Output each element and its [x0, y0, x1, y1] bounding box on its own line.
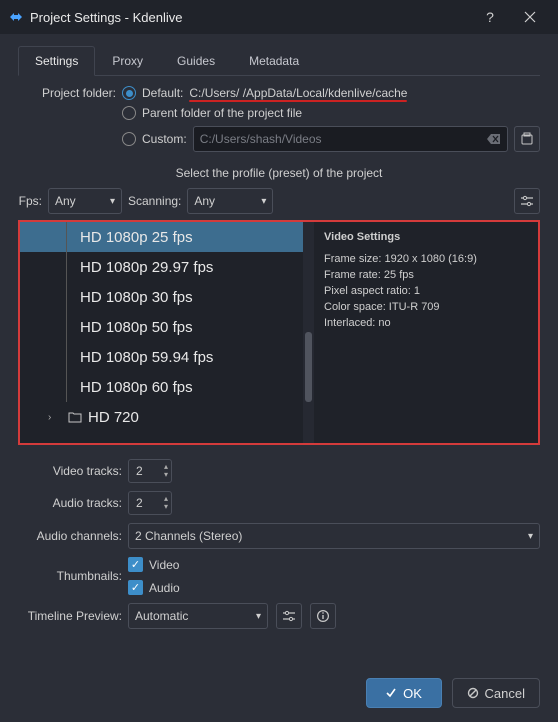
- pixel-aspect: Pixel aspect ratio: 1: [324, 284, 528, 300]
- profile-group-hd720[interactable]: › HD 720: [20, 402, 314, 432]
- scrollbar[interactable]: [303, 222, 314, 443]
- timeline-preview-label: Timeline Preview:: [18, 609, 128, 623]
- folder-icon: [68, 411, 82, 423]
- audio-channels-label: Audio channels:: [18, 529, 128, 543]
- cancel-button[interactable]: Cancel: [452, 678, 540, 708]
- project-folder-default-row: Project folder: Default: C:/Users/ /AppD…: [18, 86, 540, 100]
- ok-button[interactable]: OK: [366, 678, 442, 708]
- parent-label: Parent folder of the project file: [142, 106, 302, 120]
- default-label: Default:: [142, 86, 183, 100]
- checkbox-thumb-video[interactable]: ✓: [128, 557, 143, 572]
- tab-proxy[interactable]: Proxy: [95, 46, 160, 76]
- chevron-down-icon: ▾: [110, 196, 115, 207]
- custom-path-placeholder: C:/Users/shash/Videos: [200, 132, 481, 146]
- audio-tracks-label: Audio tracks:: [18, 496, 128, 510]
- timeline-preview-settings-button[interactable]: [276, 603, 302, 629]
- profile-box: HD 1080p 25 fps HD 1080p 29.97 fps HD 10…: [18, 220, 540, 445]
- fps-select[interactable]: Any ▾: [48, 188, 122, 214]
- project-folder-parent-row: Parent folder of the project file: [18, 106, 540, 120]
- default-path: C:/Users/ /AppData/Local/kdenlive/cache: [189, 86, 407, 100]
- frame-rate: Frame rate: 25 fps: [324, 268, 528, 284]
- browse-folder-button[interactable]: [514, 126, 540, 152]
- tab-guides[interactable]: Guides: [160, 46, 232, 76]
- audio-tracks-spinner[interactable]: 2 ▴▾: [128, 491, 172, 515]
- scanning-select[interactable]: Any ▾: [187, 188, 273, 214]
- fps-scanning-row: Fps: Any ▾ Scanning: Any ▾: [18, 188, 540, 214]
- project-folder-label: Project folder:: [18, 86, 116, 100]
- radio-custom[interactable]: [122, 132, 136, 146]
- chevron-down-icon: ▾: [256, 611, 261, 622]
- profile-settings-button[interactable]: [514, 188, 540, 214]
- tab-metadata[interactable]: Metadata: [232, 46, 316, 76]
- profile-item[interactable]: HD 1080p 25 fps: [20, 222, 314, 252]
- window-title: Project Settings - Kdenlive: [30, 10, 182, 25]
- video-tracks-spinner[interactable]: 2 ▴▾: [128, 459, 172, 483]
- profile-item[interactable]: HD 1080p 29.97 fps: [20, 252, 314, 282]
- profile-item[interactable]: HD 1080p 30 fps: [20, 282, 314, 312]
- audio-channels-select[interactable]: 2 Channels (Stereo) ▾: [128, 523, 540, 549]
- profile-list[interactable]: HD 1080p 25 fps HD 1080p 29.97 fps HD 10…: [20, 222, 314, 443]
- chevron-right-icon: ›: [48, 412, 62, 423]
- thumb-video-label: Video: [149, 558, 179, 572]
- video-settings-heading: Video Settings: [324, 230, 528, 246]
- radio-default[interactable]: [122, 86, 136, 100]
- profile-item[interactable]: HD 1080p 59.94 fps: [20, 342, 314, 372]
- timeline-preview-select[interactable]: Automatic ▾: [128, 603, 268, 629]
- clear-icon[interactable]: [487, 133, 501, 145]
- titlebar: Project Settings - Kdenlive ?: [0, 0, 558, 34]
- custom-label: Custom:: [142, 132, 187, 146]
- close-button[interactable]: [510, 0, 550, 34]
- checkbox-thumb-audio[interactable]: ✓: [128, 580, 143, 595]
- chevron-down-icon: ▾: [528, 531, 533, 542]
- help-button[interactable]: ?: [470, 0, 510, 34]
- frame-size: Frame size: 1920 x 1080 (16:9): [324, 252, 528, 268]
- chevron-down-icon: ▾: [261, 196, 266, 207]
- app-icon: [8, 9, 24, 25]
- tabs: Settings Proxy Guides Metadata: [18, 46, 540, 76]
- fps-label: Fps:: [18, 194, 42, 208]
- video-settings-panel: Video Settings Frame size: 1920 x 1080 (…: [314, 222, 538, 443]
- thumb-audio-label: Audio: [149, 581, 180, 595]
- color-space: Color space: ITU-R 709: [324, 300, 528, 316]
- profile-item[interactable]: HD 1080p 50 fps: [20, 312, 314, 342]
- tab-settings[interactable]: Settings: [18, 46, 95, 76]
- interlaced: Interlaced: no: [324, 316, 528, 332]
- profile-heading: Select the profile (preset) of the proje…: [18, 166, 540, 180]
- custom-path-input[interactable]: C:/Users/shash/Videos: [193, 126, 508, 152]
- timeline-preview-info-button[interactable]: [310, 603, 336, 629]
- radio-parent[interactable]: [122, 106, 136, 120]
- scanning-label: Scanning:: [128, 194, 181, 208]
- profile-item[interactable]: HD 1080p 60 fps: [20, 372, 314, 402]
- thumbnails-label: Thumbnails:: [18, 569, 128, 583]
- project-folder-custom-row: Custom: C:/Users/shash/Videos: [18, 126, 540, 152]
- video-tracks-label: Video tracks:: [18, 464, 128, 478]
